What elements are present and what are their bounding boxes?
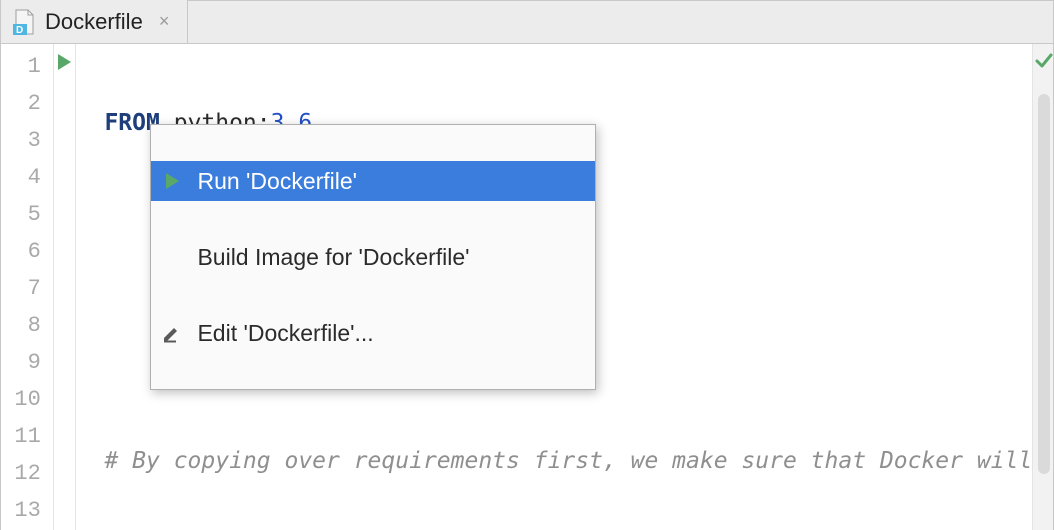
tab-dockerfile[interactable]: D Dockerfile × (1, 0, 188, 43)
run-icon (161, 170, 183, 192)
line-number: 10 (1, 381, 53, 418)
analysis-ok-icon (1035, 52, 1053, 70)
menu-item-label: Build Image for 'Dockerfile' (197, 244, 469, 271)
close-icon[interactable]: × (159, 11, 170, 32)
line-number: 11 (1, 418, 53, 455)
line-number: 1 (1, 48, 53, 85)
menu-item-run[interactable]: Run 'Dockerfile' (151, 161, 595, 201)
line-number: 7 (1, 270, 53, 307)
scrollbar-thumb[interactable] (1038, 94, 1050, 474)
code-line[interactable]: # By copying over requirements first, we… (76, 443, 1032, 480)
comment: # By copying over requirements first, we… (104, 448, 1032, 474)
line-number: 4 (1, 159, 53, 196)
menu-item-build-image[interactable]: Build Image for 'Dockerfile' (151, 237, 595, 277)
line-number-gutter: 1 2 3 4 5 6 7 8 9 10 11 12 13 (1, 44, 54, 530)
pencil-icon (161, 322, 183, 344)
blank-icon (161, 246, 183, 268)
editor-window: D Dockerfile × 1 2 3 4 5 6 7 8 9 10 11 1… (0, 0, 1054, 530)
menu-item-label: Edit 'Dockerfile'... (197, 320, 373, 347)
line-number: 8 (1, 307, 53, 344)
menu-item-edit[interactable]: Edit 'Dockerfile'... (151, 313, 595, 353)
context-menu: Run 'Dockerfile' Build Image for 'Docker… (150, 124, 596, 390)
run-gutter-icon[interactable] (58, 54, 71, 70)
tab-bar: D Dockerfile × (1, 1, 1053, 44)
line-number: 2 (1, 85, 53, 122)
line-number: 13 (1, 492, 53, 529)
gutter-marker-strip (54, 44, 77, 530)
editor-area: 1 2 3 4 5 6 7 8 9 10 11 12 13 FROM pytho… (1, 44, 1053, 530)
line-number: 5 (1, 196, 53, 233)
error-stripe[interactable] (1032, 44, 1053, 530)
line-number: 9 (1, 344, 53, 381)
line-number: 3 (1, 122, 53, 159)
tab-label: Dockerfile (45, 9, 143, 35)
line-number: 6 (1, 233, 53, 270)
line-number: 12 (1, 455, 53, 492)
menu-item-label: Run 'Dockerfile' (197, 168, 357, 195)
dockerfile-icon: D (13, 9, 35, 35)
svg-text:D: D (16, 25, 23, 35)
code-area[interactable]: FROM python:3.6 # By copying over requir… (76, 44, 1032, 530)
